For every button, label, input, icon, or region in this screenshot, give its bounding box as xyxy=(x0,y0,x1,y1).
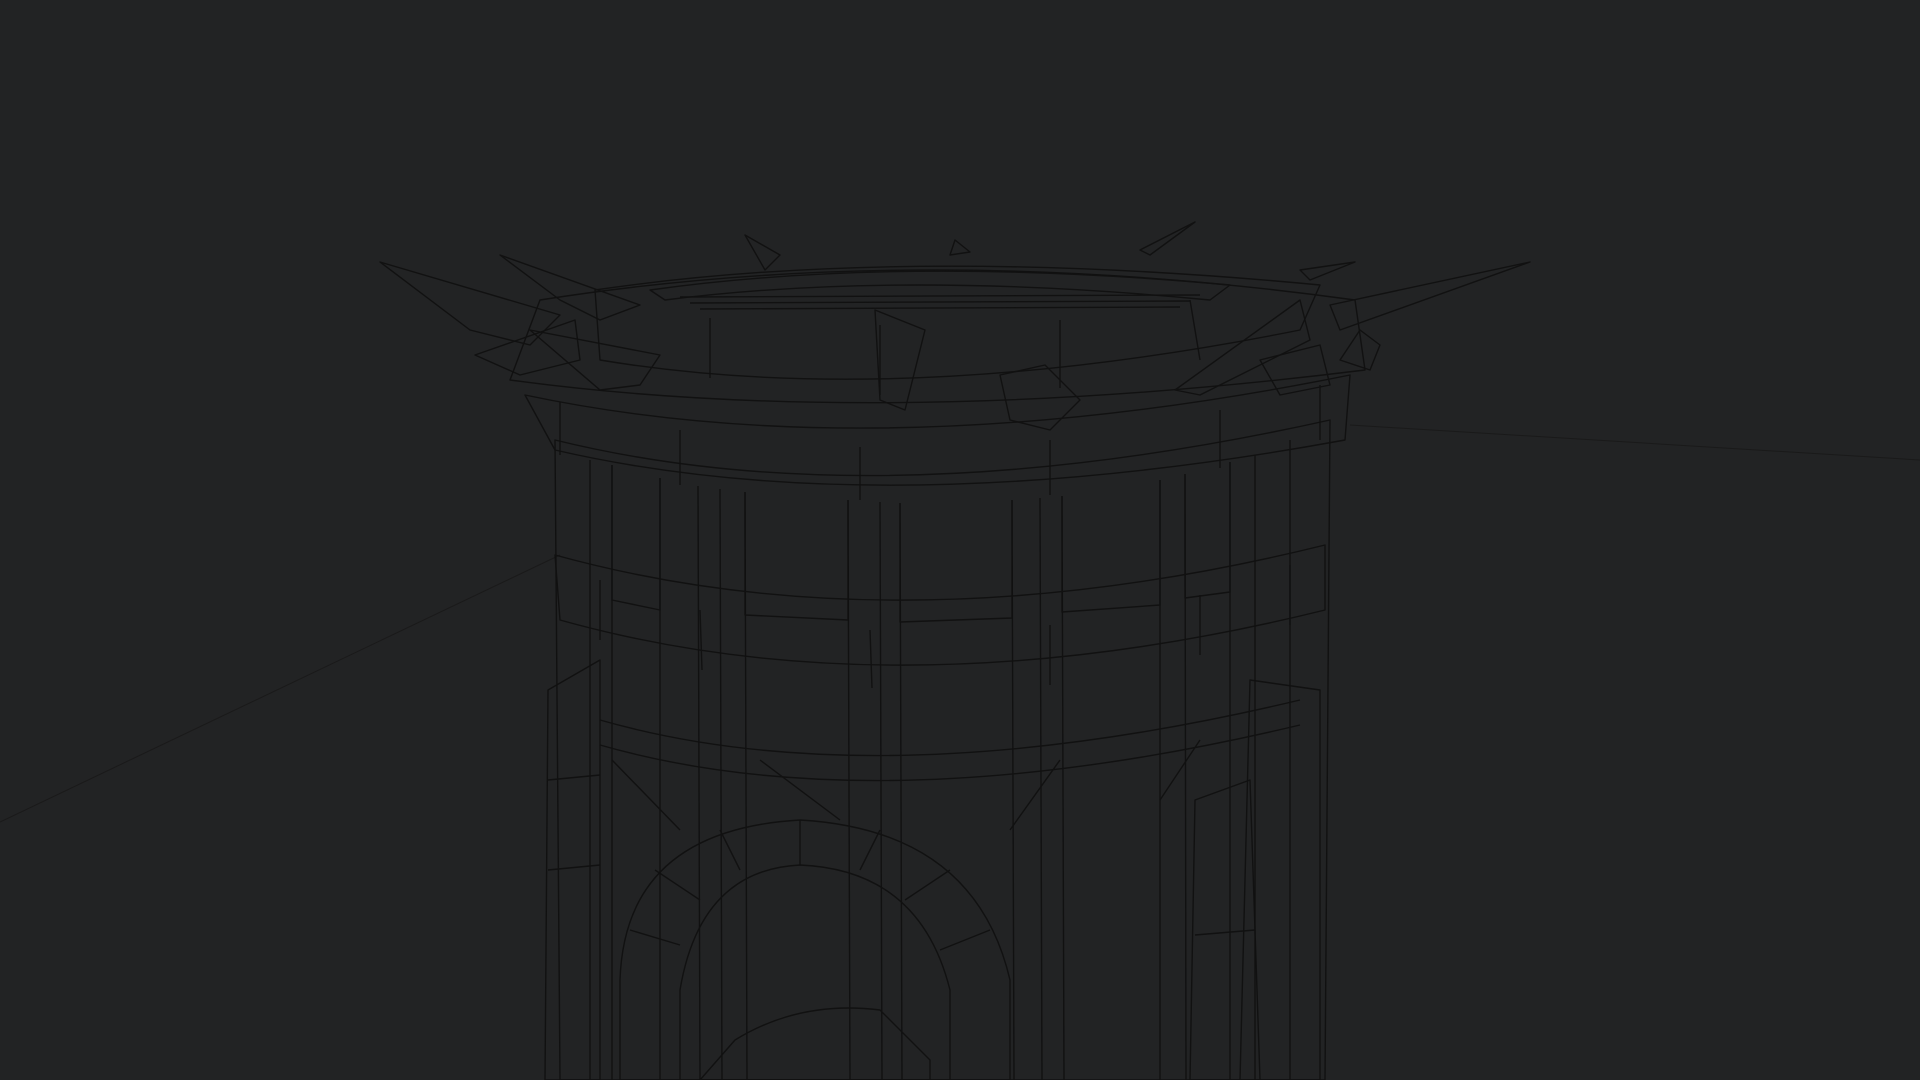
tower-rim-upper xyxy=(524,374,1351,500)
tower-body xyxy=(554,419,1331,1080)
spikes xyxy=(379,221,1531,431)
arch-doorway xyxy=(619,819,1011,1080)
3d-viewport[interactable] xyxy=(0,0,1920,1080)
tower-band-middle xyxy=(554,544,1326,689)
model-render xyxy=(0,221,1920,1080)
tower-top-platform xyxy=(509,265,1366,404)
buttress-left xyxy=(544,659,601,1080)
top-grating xyxy=(679,294,1201,310)
